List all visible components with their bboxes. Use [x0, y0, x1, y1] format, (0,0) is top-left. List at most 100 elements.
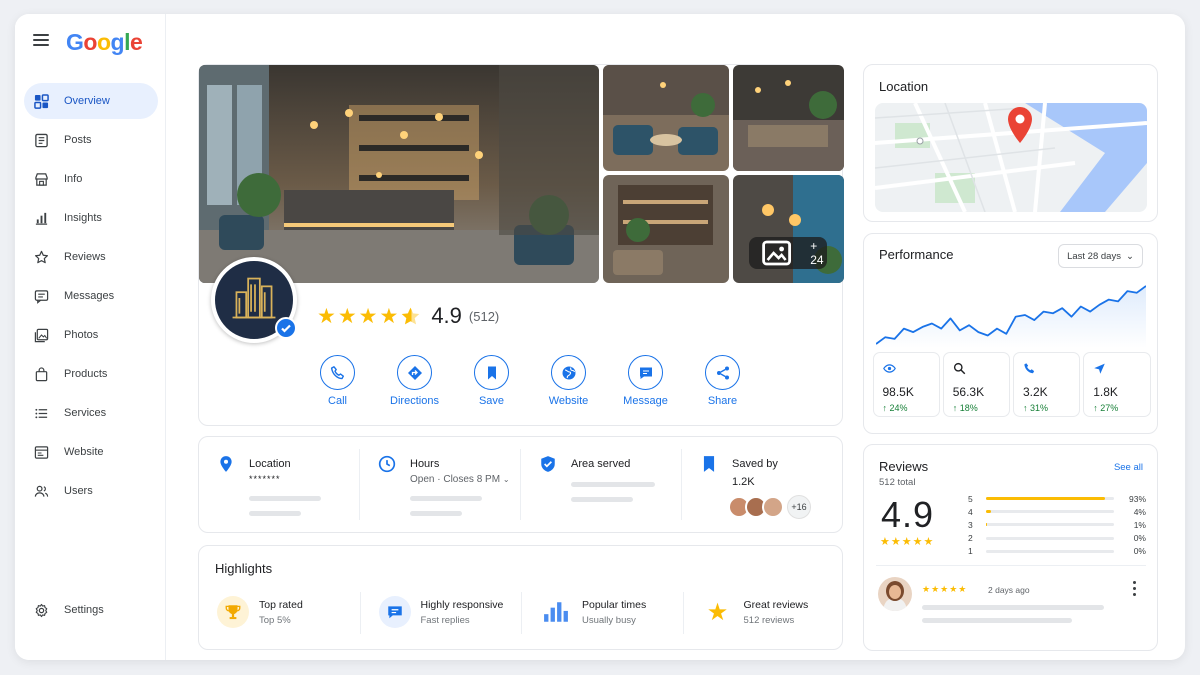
date-range-select[interactable]: Last 28 days ⌄	[1058, 244, 1143, 268]
reviews-average: 4.9	[881, 494, 935, 535]
location-card-title: Location	[879, 79, 929, 94]
sidebar-item-website[interactable]: Website	[24, 434, 158, 470]
distribution-row: 1 0%	[968, 545, 1148, 558]
distribution-track	[986, 536, 1114, 540]
info-hours[interactable]: Hours Open · Closes 8 PM ⌄	[360, 449, 521, 520]
sidebar-item-label: Posts	[64, 134, 92, 146]
share-button[interactable]: Share	[684, 355, 761, 407]
sidebar-item-settings[interactable]: Settings	[24, 592, 158, 628]
metric-calls[interactable]: 3.2K ↑ 31%	[1013, 352, 1081, 417]
chevron-down-icon: ⌄	[502, 475, 510, 484]
highlight-subtitle: Fast replies	[420, 615, 470, 626]
reviews-total: 512 total	[879, 477, 916, 488]
directions-button[interactable]: Directions	[376, 355, 453, 407]
gallery-photo[interactable]	[603, 65, 729, 171]
metric-value: 56.3K	[952, 385, 985, 399]
star-icon: ★	[379, 304, 399, 328]
more-photos-badge[interactable]: + 24	[749, 237, 827, 269]
sidebar-item-products[interactable]: Products	[24, 356, 158, 392]
info-location-value: *******	[249, 474, 281, 484]
date-range-label: Last 28 days	[1067, 250, 1121, 262]
distribution-track	[986, 549, 1114, 553]
call-button[interactable]: Call	[299, 355, 376, 407]
cover-photo[interactable]	[199, 65, 599, 283]
bar-chart-icon	[35, 212, 48, 225]
chat-icon	[639, 367, 652, 379]
distribution-track	[986, 497, 1114, 501]
placeholder-line	[249, 511, 301, 516]
metric-value: 98.5K	[882, 385, 914, 399]
highlight-top-rated: Top rated Top 5%	[199, 592, 361, 634]
info-saved-by[interactable]: Saved by 1.2K +16	[682, 449, 842, 520]
placeholder-line	[410, 496, 482, 501]
distribution-fill	[986, 523, 988, 527]
sidebar-item-label: Messages	[64, 290, 115, 302]
sidebar-item-insights[interactable]: Insights	[24, 200, 158, 236]
gallery-photo[interactable]: + 24	[733, 175, 844, 283]
sidebar-item-messages[interactable]: Messages	[24, 278, 158, 314]
performance-card: Performance Last 28 days ⌄ 98.5K ↑ 24% 5…	[863, 233, 1158, 434]
metric-searches[interactable]: 56.3K ↑ 18%	[942, 352, 1010, 417]
gallery-photo[interactable]	[603, 175, 729, 283]
message-icon	[34, 289, 49, 304]
save-button[interactable]: Save	[453, 355, 530, 407]
location-pin-icon	[220, 456, 232, 472]
rating-distribution: 5 93% 4 4% 3 1% 2 0% 1 0%	[968, 492, 1148, 558]
highlight-subtitle: 512 reviews	[743, 615, 795, 626]
gallery-photo[interactable]	[733, 65, 844, 171]
sidebar-nav: Overview Posts Info Insights Reviews Mes…	[24, 83, 158, 512]
sidebar-item-posts[interactable]: Posts	[24, 122, 158, 158]
star-level: 4	[968, 506, 973, 517]
highlight-title: Highly responsive	[420, 599, 504, 611]
placeholder-line	[571, 482, 655, 487]
distribution-percent: 0%	[1133, 546, 1146, 557]
metric-views[interactable]: 98.5K ↑ 24%	[872, 352, 940, 417]
google-logo: Google	[66, 29, 143, 55]
star-icon: ★	[317, 304, 336, 328]
placeholder-line	[249, 496, 321, 501]
distribution-row: 2 0%	[968, 532, 1148, 545]
distribution-fill	[986, 510, 992, 514]
sidebar-item-photos[interactable]: Photos	[24, 317, 158, 353]
trend-area	[876, 286, 1146, 348]
save-label: Save	[478, 395, 505, 407]
distribution-percent: 4%	[1133, 506, 1146, 517]
placeholder-line	[922, 618, 1072, 623]
distribution-percent: 0%	[1133, 533, 1146, 544]
rating-summary: ★ ★ ★ ★ 4.9 (512)	[317, 303, 499, 329]
highlight-title: Top rated	[259, 599, 303, 611]
sidebar-item-label: Users	[64, 485, 93, 497]
users-icon	[34, 485, 49, 497]
sidebar-item-users[interactable]: Users	[24, 473, 158, 509]
message-button[interactable]: Message	[607, 355, 684, 407]
send-icon	[1094, 363, 1106, 374]
more-options-icon[interactable]	[1128, 581, 1140, 599]
sidebar-item-label: Insights	[64, 212, 102, 224]
sidebar-item-label: Products	[64, 368, 108, 380]
info-area-served[interactable]: Area served	[521, 449, 682, 520]
posts-icon	[35, 133, 48, 147]
distribution-track	[986, 523, 1114, 527]
eye-icon	[882, 364, 896, 373]
distribution-fill	[986, 497, 1106, 501]
menu-icon[interactable]	[33, 34, 49, 48]
shield-check-icon	[541, 456, 555, 472]
map[interactable]	[875, 103, 1147, 212]
highlight-responsive: Highly responsive Fast replies	[361, 592, 522, 634]
sidebar-item-info[interactable]: Info	[24, 161, 158, 197]
review-time: 2 days ago	[988, 585, 1030, 595]
rating-value: 4.9	[431, 303, 462, 328]
metric-messages[interactable]: 1.8K ↑ 27%	[1083, 352, 1151, 417]
info-area-title: Area served	[571, 458, 631, 470]
sidebar-item-reviews[interactable]: Reviews	[24, 239, 158, 275]
info-hours-value[interactable]: Open · Closes 8 PM ⌄	[410, 474, 510, 485]
info-location[interactable]: Location *******	[199, 449, 360, 520]
chevron-down-icon: ⌄	[1125, 250, 1134, 262]
clock-icon	[378, 455, 396, 473]
website-button[interactable]: Website	[530, 355, 607, 407]
shopping-bag-icon	[35, 366, 48, 381]
sidebar-item-overview[interactable]: Overview	[24, 83, 158, 119]
highlights-card: Highlights Top rated Top 5% Highly respo…	[198, 545, 843, 650]
see-all-link[interactable]: See all	[1114, 462, 1143, 473]
sidebar-item-services[interactable]: Services	[24, 395, 158, 431]
